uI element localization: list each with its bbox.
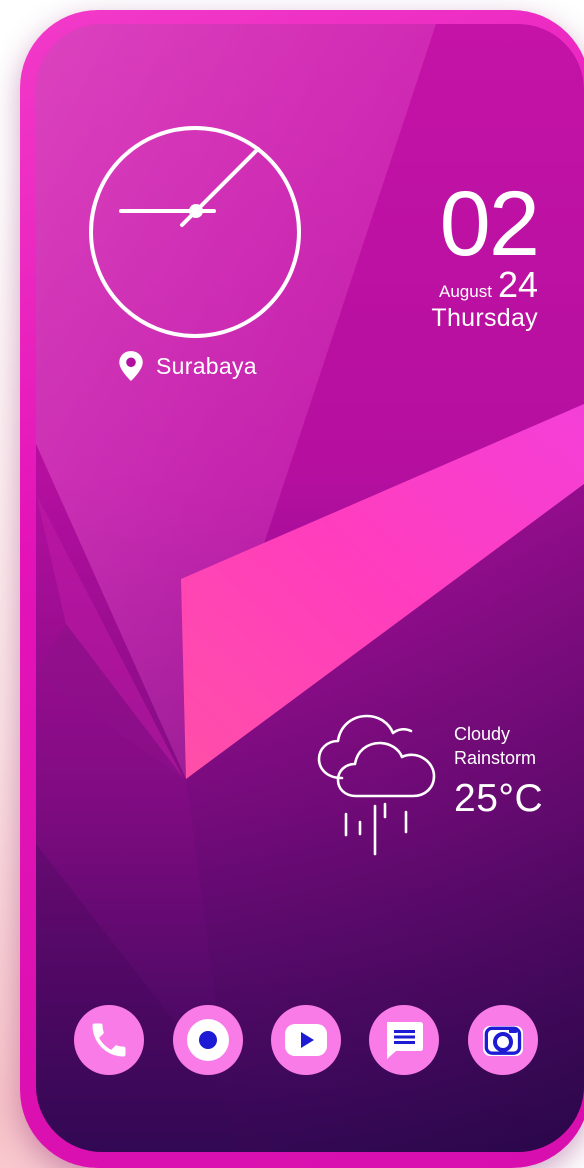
date-day: 24 [497,264,538,305]
record-app-button[interactable] [173,1005,243,1075]
cloud-rain-icon[interactable] [316,704,440,858]
map-pin-icon [119,351,143,381]
clock-face [89,126,301,338]
date-row: August 24 [338,266,538,304]
camera-app-button[interactable] [468,1005,538,1075]
desktop-background: Surabaya 02 August 24 Thursday Cloudy Ra… [0,0,584,1168]
digital-time: 02 [439,173,540,275]
weather-condition-line2: Rainstorm [454,748,537,768]
weather-condition-line1: Cloudy [454,724,511,744]
play-app-button[interactable] [271,1005,341,1075]
camera-icon [483,1026,523,1056]
location-city: Surabaya [156,352,257,379]
record-icon [187,1019,229,1061]
date-weekday: Thursday [431,304,538,332]
analog-clock[interactable] [88,125,302,339]
weather-widget[interactable]: Cloudy Rainstorm 25°C [454,722,543,822]
cloud-front [336,741,436,798]
weather-temperature: 25°C [454,777,544,820]
app-dock [74,1005,540,1075]
message-icon [387,1022,423,1059]
phone-app-button[interactable] [74,1005,144,1075]
messages-app-button[interactable] [369,1005,439,1075]
date-widget[interactable]: 02 August 24 Thursday [338,173,540,333]
clock-center [189,204,203,218]
phone-icon [92,1023,126,1057]
location-widget[interactable]: Surabaya [118,349,257,383]
date-month: August [439,282,492,301]
play-icon [285,1024,327,1056]
